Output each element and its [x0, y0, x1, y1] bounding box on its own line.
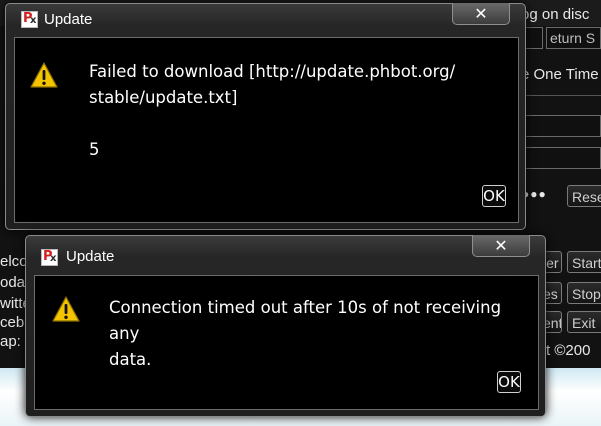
warning-icon	[52, 296, 80, 322]
background-field-2[interactable]	[521, 115, 601, 137]
phbot-app-icon: Px	[41, 249, 58, 266]
side-label-5: ap:	[0, 333, 21, 350]
error-message: Connection timed out after 10s of not re…	[109, 298, 502, 369]
close-button[interactable]: ✕	[452, 3, 510, 25]
reset-button[interactable]: Rese	[567, 185, 601, 207]
side-label-1: elco	[0, 253, 28, 270]
update-dialog-timeout: Px Update ✕ Connection timed out after 1…	[25, 235, 546, 417]
ok-button[interactable]: OK	[497, 371, 521, 393]
return-field[interactable]: eturn S	[546, 27, 601, 49]
background-divider	[521, 95, 601, 96]
side-label-4: ceb	[0, 314, 25, 331]
phbot-app-icon: Px	[21, 11, 38, 28]
log-on-disconnect-label: og on disc	[521, 6, 590, 23]
error-message: Failed to download [http://update.phbot.…	[89, 62, 456, 159]
background-field-3[interactable]	[521, 147, 601, 169]
copyright-text: t ©200	[546, 342, 591, 359]
close-icon: ✕	[474, 4, 488, 23]
dialog-client-area: Failed to download [http://update.phbot.…	[14, 37, 519, 223]
dialog-title: Update	[66, 248, 115, 265]
close-icon: ✕	[494, 236, 508, 255]
one-time-label: e One Time	[521, 66, 599, 83]
stop-button[interactable]: Stop	[567, 282, 601, 304]
warning-icon	[30, 62, 58, 88]
dialog-client-area: Connection timed out after 10s of not re…	[34, 275, 539, 410]
update-dialog-download-failed: Px Update ✕ Failed to download [http://u…	[5, 3, 526, 230]
exit-button[interactable]: Exit	[567, 311, 601, 333]
dialog-titlebar[interactable]: Px Update ✕	[6, 3, 525, 36]
dialog-title: Update	[44, 11, 93, 28]
ok-button[interactable]: OK	[482, 185, 506, 207]
close-button[interactable]: ✕	[472, 235, 530, 257]
dialog-titlebar[interactable]: Px Update ✕	[26, 235, 545, 268]
start-button[interactable]: Start	[567, 251, 601, 273]
